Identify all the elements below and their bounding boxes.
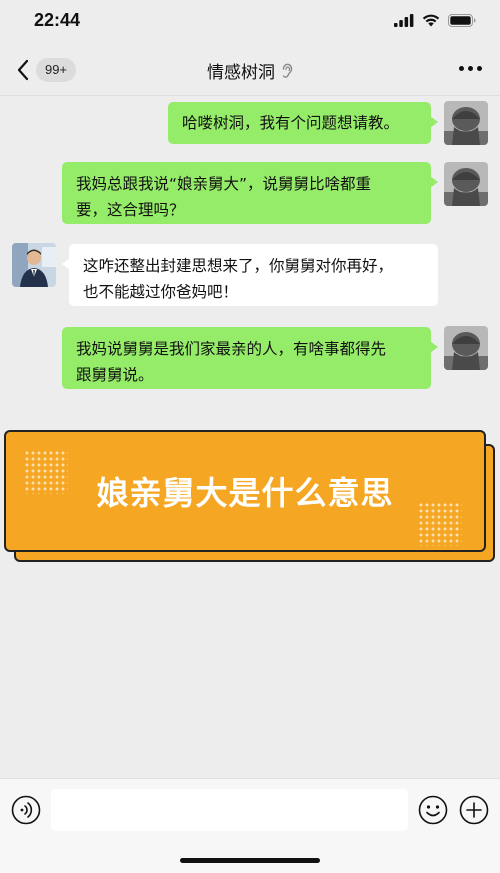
signal-icon [394, 14, 414, 27]
avatar-self[interactable] [444, 101, 488, 145]
dot-icon [468, 66, 473, 71]
avatar-self-image [444, 101, 488, 145]
voice-button[interactable] [11, 795, 41, 825]
message-text-line: 跟舅舅说。 [76, 366, 154, 384]
status-icons [394, 14, 476, 27]
ear-icon [282, 63, 293, 78]
dot-pattern-decoration [418, 502, 462, 546]
chat-title-bar: 情感树洞 [0, 58, 500, 83]
emoji-icon [418, 795, 448, 825]
avatar-self[interactable] [444, 162, 488, 206]
dot-pattern-decoration [24, 450, 68, 494]
battery-icon [448, 14, 476, 27]
message-text: 哈喽树洞，我有个问题想请教。 [182, 114, 400, 132]
message-bubble-self[interactable]: 哈喽树洞，我有个问题想请教。 [168, 102, 438, 144]
topic-banner[interactable]: 娘亲舅大是什么意思 [4, 430, 486, 552]
chat-title: 情感树洞 [207, 63, 275, 83]
message-text-line: 我妈说舅舅是我们家最亲的人，有啥事都得先 [76, 340, 387, 358]
message-bubble-other[interactable]: 这咋还整出封建思想来了，你舅舅对你再好， 也不能越过你爸妈吧！ [62, 244, 438, 306]
message-input[interactable] [51, 789, 408, 831]
more-options-button[interactable] [459, 66, 482, 71]
message-text-line: 要，这合理吗？ [76, 201, 185, 219]
status-time: 22:44 [34, 10, 81, 30]
message-text-line: 这咋还整出封建思想来了，你舅舅对你再好， [83, 257, 394, 275]
dot-icon [459, 66, 464, 71]
nav-divider [0, 95, 500, 96]
avatar-other-image [12, 243, 56, 287]
plus-icon [459, 795, 489, 825]
avatar-self[interactable] [444, 326, 488, 370]
voice-icon [11, 795, 41, 825]
dot-icon [477, 66, 482, 71]
nav-bar: 99+ 情感树洞 [0, 44, 500, 96]
home-indicator [180, 858, 320, 863]
avatar-other[interactable] [12, 243, 56, 287]
message-text-line: 我妈总跟我说“娘亲舅大”，说舅舅比啥都重 [76, 175, 372, 193]
message-text-line: 也不能越过你爸妈吧！ [83, 283, 239, 301]
wifi-icon [422, 14, 440, 27]
status-bar: 22:44 [0, 0, 500, 44]
banner-title: 娘亲舅大是什么意思 [96, 474, 394, 512]
emoji-button[interactable] [418, 795, 448, 825]
avatar-self-image [444, 326, 488, 370]
message-bubble-self[interactable]: 我妈说舅舅是我们家最亲的人，有啥事都得先 跟舅舅说。 [62, 327, 438, 389]
avatar-self-image [444, 162, 488, 206]
message-bubble-self[interactable]: 我妈总跟我说“娘亲舅大”，说舅舅比啥都重 要，这合理吗？ [62, 162, 438, 224]
more-functions-button[interactable] [459, 795, 489, 825]
